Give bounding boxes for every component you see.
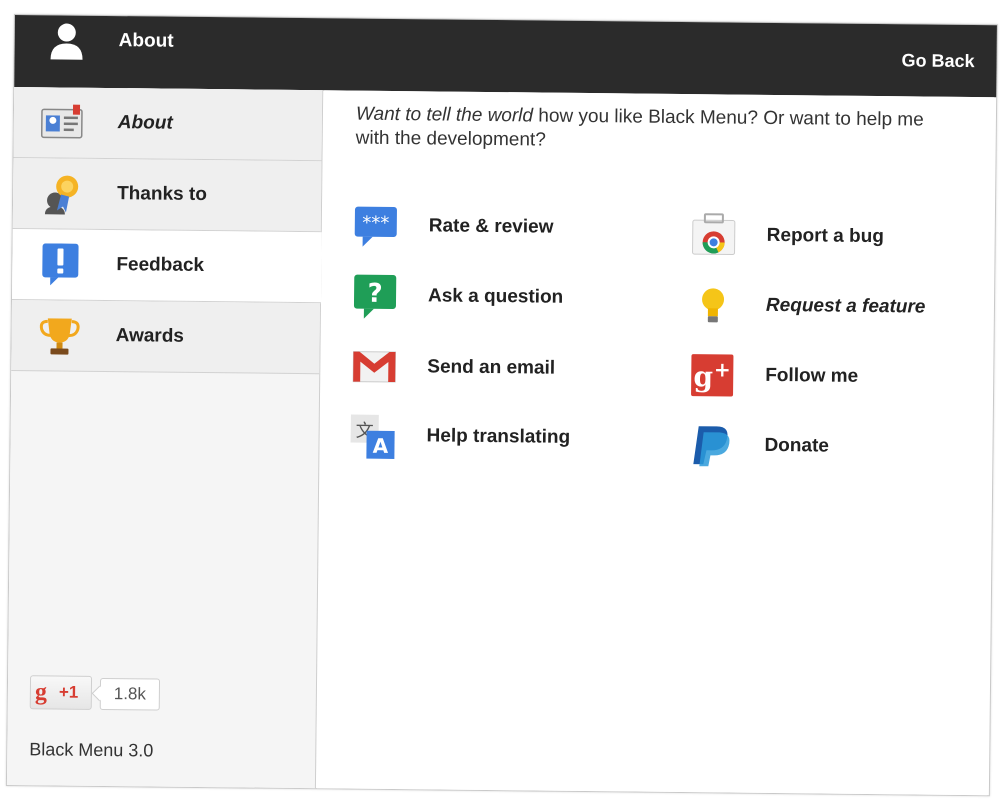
donate-link[interactable]: Donate [688, 422, 969, 475]
user-icon [50, 23, 83, 60]
go-back-button[interactable]: Go Back [901, 50, 974, 72]
translate-icon: 文 A [350, 414, 395, 460]
action-label: Help translating [426, 425, 571, 448]
svg-text:g: g [693, 360, 713, 393]
sidebar-item-label: About [117, 112, 173, 134]
request-feature-link[interactable]: Request a feature [690, 282, 971, 335]
page-title: About [118, 30, 174, 52]
action-label: Donate [764, 434, 830, 457]
question-icon: ? [353, 274, 397, 319]
about-window: About Go Back About Thanks to Feedback A… [5, 14, 998, 797]
plus-one-label: +1 [58, 682, 79, 702]
intro-emphasis: Want to tell the world [355, 103, 534, 127]
svg-text:+: + [714, 357, 731, 381]
sidebar-item-label: Thanks to [117, 183, 207, 206]
sidebar: About Thanks to Feedback Awards g +1 1.8… [6, 87, 324, 789]
sidebar-item-thanks[interactable]: Thanks to [12, 158, 322, 233]
rate-review-link[interactable]: *** Rate & review [353, 203, 634, 256]
action-label: Rate & review [428, 215, 554, 238]
google-plus-icon: g + [691, 354, 734, 397]
id-card-icon [40, 104, 83, 139]
feedback-intro: Want to tell the world how you like Blac… [356, 103, 936, 157]
ask-question-link[interactable]: ? Ask a question [352, 273, 633, 326]
gmail-icon [352, 351, 396, 383]
lightbulb-icon [702, 288, 725, 323]
sidebar-item-feedback[interactable]: Feedback [12, 228, 322, 304]
report-bug-link[interactable]: Report a bug [690, 212, 971, 265]
google-plus-icon: g [34, 679, 48, 706]
sidebar-item-label: Feedback [116, 254, 205, 277]
action-label: Ask a question [427, 285, 564, 308]
chrome-bug-icon [692, 213, 736, 256]
send-email-link[interactable]: Send an email [351, 344, 632, 397]
svg-text:A: A [373, 434, 389, 458]
follow-me-link[interactable]: g + Follow me [689, 352, 970, 405]
google-plus-one-button[interactable]: g +1 [29, 675, 93, 710]
plus-one-count: 1.8k [99, 677, 161, 711]
feedback-panel: Want to tell the world how you like Blac… [316, 90, 995, 796]
sidebar-item-label: Awards [115, 325, 185, 347]
action-label: Send an email [427, 356, 556, 379]
sidebar-item-about[interactable]: About [13, 87, 323, 162]
rate-review-icon: *** [354, 206, 397, 247]
help-translating-link[interactable]: 文 A Help translating [350, 413, 631, 466]
trophy-icon [39, 318, 80, 355]
action-label: Follow me [765, 364, 859, 387]
exclamation-bubble-icon [42, 243, 79, 286]
award-ribbon-icon [44, 175, 79, 215]
action-label: Report a bug [766, 224, 884, 248]
sidebar-item-awards[interactable]: Awards [11, 299, 320, 375]
version-label: Black Menu 3.0 [29, 739, 154, 761]
paypal-icon [693, 426, 730, 467]
svg-text:?: ? [367, 279, 382, 309]
svg-text:***: *** [362, 213, 389, 234]
action-label: Request a feature [765, 294, 926, 318]
top-bar: About Go Back [14, 15, 997, 98]
